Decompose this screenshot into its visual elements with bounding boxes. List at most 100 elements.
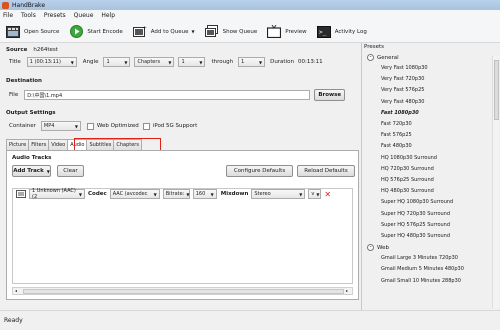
- file-label: File: [9, 92, 19, 98]
- play-icon: [69, 25, 83, 38]
- preset-item[interactable]: HQ 480p30 Surround: [381, 188, 434, 194]
- handbrake-logo-icon: [2, 1, 9, 9]
- status-text: Ready: [4, 317, 23, 324]
- preset-item[interactable]: Gmail Large 3 Minutes 720p30: [381, 255, 458, 261]
- web-optimized-checkbox[interactable]: [86, 122, 94, 130]
- horizontal-scrollbar[interactable]: ◂ ▸: [12, 287, 353, 295]
- configure-defaults-button[interactable]: Configure Defaults: [226, 165, 293, 177]
- preset-item[interactable]: Super HQ 720p30 Surround: [381, 211, 450, 217]
- mixdown-label: Mixdown: [220, 191, 249, 197]
- audio-tracks-heading: Audio Tracks: [12, 155, 52, 161]
- preset-item[interactable]: Fast 480p30: [381, 143, 412, 149]
- preset-item[interactable]: Gmail Medium 5 Minutes 480p30: [381, 266, 464, 272]
- preset-item[interactable]: HQ 720p30 Surround: [381, 166, 434, 172]
- presets-scrollbar[interactable]: [492, 56, 499, 308]
- menu-tools[interactable]: Tools: [21, 12, 36, 19]
- preset-item[interactable]: HQ 1080p30 Surround: [381, 155, 437, 161]
- dropdown-arrow-icon[interactable]: ▼: [192, 29, 195, 34]
- audio-track-icon: [16, 190, 26, 198]
- preset-item[interactable]: Fast 1080p30: [381, 110, 419, 116]
- preview-button[interactable]: Preview: [267, 23, 307, 41]
- add-queue-icon: +: [132, 25, 147, 38]
- preset-item[interactable]: Very Fast 576p25: [381, 87, 424, 93]
- preset-group-label: Web: [377, 244, 389, 251]
- audio-track-row[interactable]: 1 Unknown (AAC) (2 ▼ Codec AAC (avcodec ▼ …: [16, 188, 331, 200]
- svg-text:>_: >_: [319, 29, 327, 36]
- preset-item[interactable]: Super HQ 576p25 Surround: [381, 222, 450, 228]
- bitrate-value-select[interactable]: 160 ▼: [192, 189, 217, 199]
- title-bar: HandBrake: [0, 0, 500, 10]
- status-bar: Ready: [0, 310, 500, 330]
- menu-file[interactable]: File: [3, 12, 13, 19]
- preset-item[interactable]: Fast 576p25: [381, 132, 412, 138]
- mixdown-select[interactable]: Stereo ▼: [251, 189, 306, 199]
- preset-group[interactable]: ⌃ General: [367, 54, 399, 61]
- source-name: h264test: [33, 47, 58, 53]
- svg-text:+: +: [142, 25, 147, 32]
- destination-heading: Destination: [6, 78, 42, 84]
- container-label: Container: [9, 123, 36, 129]
- web-optimized-label: Web Optimized: [96, 123, 139, 129]
- preset-item[interactable]: Fast 720p30: [381, 121, 412, 127]
- bitrate-select[interactable]: Bitrate: ▼: [162, 189, 190, 199]
- scroll-thumb[interactable]: [23, 289, 344, 294]
- tab-filters[interactable]: Filters: [28, 139, 50, 150]
- reload-defaults-button[interactable]: Reload Defaults: [297, 165, 355, 177]
- range-start-select[interactable]: 1 ▼: [178, 57, 206, 67]
- ipod-checkbox[interactable]: [142, 122, 150, 130]
- clear-button[interactable]: Clear: [57, 165, 84, 177]
- collapse-icon[interactable]: ⌃: [367, 54, 374, 61]
- preset-group-label: General: [377, 54, 399, 61]
- window-title: HandBrake: [12, 1, 46, 9]
- menu-bar: File Tools Presets Queue Help: [0, 10, 500, 21]
- file-path-input[interactable]: D:\中国\1.mp4: [24, 90, 311, 100]
- scroll-right-icon[interactable]: ▸: [346, 288, 348, 293]
- extra-select[interactable]: v ▼: [308, 189, 322, 199]
- tab-video[interactable]: Video: [48, 139, 69, 150]
- start-encode-label: Start Encode: [87, 28, 123, 35]
- range-type-select[interactable]: Chapters ▼: [134, 57, 175, 67]
- preset-item[interactable]: Very Fast 720p30: [381, 76, 424, 82]
- through-label: through: [211, 59, 234, 65]
- open-source-button[interactable]: Open Source: [6, 23, 59, 41]
- title-label: Title: [9, 59, 21, 65]
- browse-button[interactable]: Browse: [314, 89, 346, 101]
- scroll-left-icon[interactable]: ◂: [15, 288, 17, 293]
- container-select[interactable]: MP4 ▼: [40, 121, 81, 131]
- audio-source-select[interactable]: 1 Unknown (AAC) (2 ▼: [29, 188, 85, 200]
- start-encode-button[interactable]: Start Encode: [69, 23, 123, 41]
- scroll-thumb[interactable]: [494, 60, 499, 120]
- menu-queue[interactable]: Queue: [74, 12, 94, 19]
- add-to-queue-button[interactable]: + Add to Queue ▼: [132, 23, 195, 41]
- source-heading: Source h264test: [6, 47, 58, 53]
- open-source-label: Open Source: [24, 28, 60, 35]
- preset-item[interactable]: Super HQ 1080p30 Surround: [381, 199, 453, 205]
- output-heading: Output Settings: [6, 110, 56, 116]
- menu-presets[interactable]: Presets: [44, 12, 66, 19]
- preset-item[interactable]: Super HQ 480p30 Surround: [381, 233, 450, 239]
- tv-icon: [267, 25, 282, 38]
- preset-item[interactable]: Gmail Small 10 Minutes 288p30: [381, 278, 461, 284]
- preset-item[interactable]: HQ 576p25 Surround: [381, 177, 434, 183]
- add-track-button[interactable]: Add Track ▼: [12, 165, 51, 177]
- menu-help[interactable]: Help: [101, 12, 115, 19]
- activity-log-button[interactable]: >_ Activity Log: [316, 23, 367, 41]
- preset-item[interactable]: Very Fast 1080p30: [381, 65, 428, 71]
- angle-select[interactable]: 1 ▼: [103, 57, 131, 67]
- codec-select[interactable]: AAC (avcodec ▼: [109, 189, 160, 199]
- title-select[interactable]: 1 (00:13:11) ▼: [26, 57, 77, 67]
- duration-label: Duration: [270, 59, 294, 65]
- collapse-icon[interactable]: ⌃: [367, 244, 374, 252]
- preset-item[interactable]: Very Fast 480p30: [381, 99, 424, 105]
- queue-icon: [204, 25, 219, 38]
- codec-label: Codec: [88, 191, 107, 197]
- chevron-down-icon: ▼: [46, 168, 50, 174]
- activity-log-label: Activity Log: [334, 28, 367, 35]
- tab-picture[interactable]: Picture: [6, 139, 30, 150]
- ipod-label: iPod 5G Support: [152, 123, 198, 129]
- range-end-select[interactable]: 1 ▼: [238, 57, 266, 67]
- remove-track-icon[interactable]: ✕: [324, 190, 331, 199]
- source-row: Title 1 (00:13:11) ▼ Angle 1 ▼ Chapters ▼ 1…: [9, 57, 323, 67]
- preset-group[interactable]: ⌃ Web: [367, 244, 389, 252]
- show-queue-button[interactable]: Show Queue: [204, 23, 257, 41]
